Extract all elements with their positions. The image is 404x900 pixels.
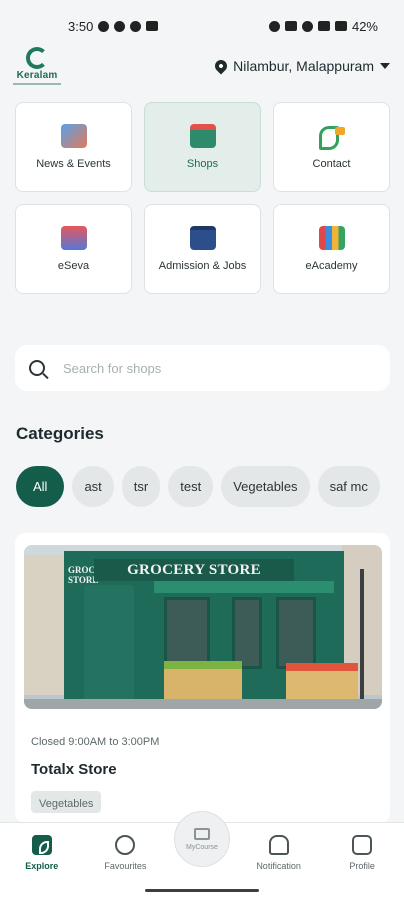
image-window	[232, 597, 262, 669]
battery-icon	[334, 21, 347, 31]
chevron-down-icon	[380, 63, 390, 69]
news-icon	[60, 124, 87, 148]
nav-label: MyCourse	[186, 843, 218, 851]
image-ground	[24, 699, 382, 709]
nav-label: Explore	[25, 861, 59, 871]
nav-mycourse[interactable]: MyCourse	[173, 811, 230, 867]
user-icon	[352, 835, 373, 855]
app-logo: Keralam	[10, 47, 64, 85]
store-card[interactable]: GROCERY STORE GROCERY STORE Closed 9:00A…	[15, 533, 390, 823]
status-left: 3:50	[68, 18, 159, 34]
tile-label: eSeva	[57, 260, 90, 272]
tile-admission-jobs[interactable]: Admission & Jobs	[144, 204, 261, 294]
search-bar[interactable]	[15, 345, 390, 391]
tile-label: Shops	[186, 158, 219, 170]
home-indicator	[145, 889, 259, 892]
course-icon	[193, 827, 210, 840]
tile-eseva[interactable]: eSeva	[15, 204, 132, 294]
tile-label: Admission & Jobs	[158, 260, 247, 272]
phone-icon	[318, 124, 345, 150]
image-building-left	[24, 555, 64, 695]
youtube-icon	[146, 21, 159, 31]
sync-icon	[130, 20, 142, 32]
status-right: 42%	[268, 18, 378, 34]
image-window	[164, 597, 210, 669]
wifi-icon	[301, 20, 313, 32]
logo-text: Keralam	[16, 70, 58, 81]
whatsapp-icon	[98, 20, 110, 32]
heart-icon	[115, 835, 136, 855]
chip-vegetables[interactable]: Vegetables	[221, 466, 310, 507]
location-pin-icon	[212, 57, 230, 75]
store-image: GROCERY STORE GROCERY STORE	[24, 545, 382, 709]
location-label: Nilambur, Malappuram	[233, 58, 374, 74]
image-window	[276, 597, 316, 669]
chip-saf-mc[interactable]: saf mc	[317, 466, 380, 507]
tile-label: eAcademy	[305, 260, 358, 272]
nav-label: Favourites	[104, 861, 147, 871]
location-selector[interactable]: Nilambur, Malappuram	[212, 57, 390, 75]
search-input[interactable]	[63, 360, 363, 376]
store-tag: Vegetables	[31, 791, 102, 813]
tile-eacademy[interactable]: eAcademy	[273, 204, 390, 294]
tile-shops[interactable]: Shops	[144, 102, 261, 192]
tile-label: Contact	[312, 158, 351, 170]
chip-ast[interactable]: ast	[72, 466, 114, 507]
service-grid: News & Events Shops Contact eSeva Admiss…	[15, 102, 390, 294]
categories-title: Categories	[16, 424, 104, 443]
search-icon	[29, 360, 45, 376]
logo-underline	[13, 83, 61, 85]
volte-icon	[284, 21, 297, 31]
nav-profile[interactable]: Profile	[327, 835, 397, 900]
logo-icon	[26, 47, 48, 69]
store-name: Totalx Store	[31, 761, 117, 778]
briefcase-icon	[189, 226, 216, 250]
image-awning	[154, 581, 334, 593]
image-store-sign: GROCERY STORE	[94, 559, 294, 581]
image-pillar	[84, 585, 134, 701]
signal-icon	[317, 21, 330, 31]
tile-news-events[interactable]: News & Events	[15, 102, 132, 192]
tile-label: News & Events	[36, 158, 111, 170]
nav-label: Notification	[256, 861, 301, 871]
chip-test[interactable]: test	[168, 466, 214, 507]
shop-icon	[189, 124, 216, 148]
tile-contact[interactable]: Contact	[273, 102, 390, 192]
explore-icon	[31, 835, 52, 855]
chip-tsr[interactable]: tsr	[121, 466, 161, 507]
chip-all[interactable]: All	[16, 466, 65, 507]
eseva-icon	[60, 226, 87, 250]
chat-icon	[114, 20, 126, 32]
bell-icon	[268, 835, 289, 855]
status-time: 3:50	[68, 18, 94, 34]
nav-label: Profile	[349, 861, 375, 871]
top-bar: Keralam Nilambur, Malappuram	[0, 40, 404, 92]
image-street-lamp	[360, 569, 364, 699]
battery-level: 42%	[351, 18, 378, 34]
store-hours: Closed 9:00AM to 3:00PM	[31, 736, 160, 748]
nav-explore[interactable]: Explore	[7, 835, 77, 900]
category-chips: All ast tsr test Vegetables saf mc	[16, 466, 380, 507]
books-icon	[318, 226, 345, 250]
alarm-icon	[268, 20, 280, 32]
